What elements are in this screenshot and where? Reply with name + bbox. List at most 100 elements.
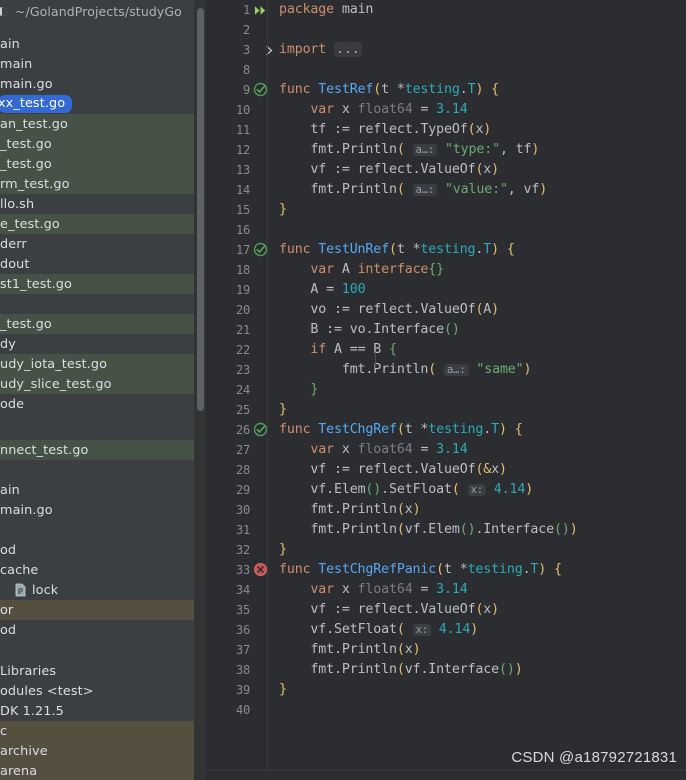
code-line[interactable]: fmt.Println(vf.Elem().Interface()) [279, 520, 577, 540]
code-line[interactable]: } [279, 400, 287, 420]
code-line[interactable]: func TestRef(t *testing.T) { [279, 80, 499, 100]
tree-item[interactable]: odules <test> [0, 681, 206, 701]
tree-item[interactable]: od [0, 540, 206, 560]
line-number: 17 [235, 243, 250, 257]
tree-item[interactable]: main [0, 54, 206, 74]
tree-item[interactable]: archive [0, 741, 206, 761]
tree-item[interactable]: ode [0, 394, 206, 414]
code-line[interactable]: func TestUnRef(t *testing.T) { [279, 240, 515, 260]
tree-item-label: udy_iota_test.go [0, 356, 108, 372]
tree-item[interactable]: main.go [0, 74, 206, 94]
code-line[interactable]: fmt.Println( a…: "value:", vf) [279, 180, 547, 200]
indent-guide [375, 352, 376, 368]
tree-item[interactable]: _test.go [0, 314, 206, 334]
code-line[interactable]: vf.Elem().SetFloat( x: 4.14) [279, 480, 533, 500]
tree-item[interactable]: DK 1.21.5 [0, 701, 206, 721]
tree-item-label: llo.sh [0, 196, 35, 212]
code-line[interactable]: vf.SetFloat( x: 4.14) [279, 620, 478, 640]
project-tree-panel[interactable]: ~/GolandProjects/studyGo ain main main.go x… [0, 0, 206, 780]
code-line[interactable]: fmt.Println(x) [279, 500, 420, 520]
tree-item[interactable] [0, 414, 206, 434]
gutter-empty [251, 102, 268, 119]
tree-item[interactable]: ain [0, 34, 206, 54]
code-line[interactable]: vf := reflect.ValueOf(x) [279, 160, 499, 180]
gutter-row: 37 [206, 640, 686, 660]
tree-item[interactable]: derr [0, 234, 206, 254]
tree-item[interactable]: main.go [0, 500, 206, 520]
code-line[interactable]: A = 100 [279, 280, 365, 300]
tree-item[interactable]: _test.go [0, 134, 206, 154]
code-line[interactable]: var A interface{} [279, 260, 444, 280]
project-panel-header: ~/GolandProjects/studyGo [0, 0, 206, 22]
code-line[interactable]: vf := reflect.ValueOf(x) [279, 600, 499, 620]
sidebar-scrollbar-track[interactable] [194, 0, 206, 780]
code-line[interactable]: func TestChgRef(t *testing.T) { [279, 420, 523, 440]
code-line[interactable]: package main [279, 0, 373, 20]
tree-item-label: ain [0, 482, 20, 498]
code-line[interactable]: fmt.Println(x) [279, 640, 420, 660]
gutter-empty [251, 362, 268, 379]
tree-item[interactable]: dy [0, 334, 206, 354]
parameter-hint: a…: [444, 364, 469, 376]
code-line[interactable]: var x float64 = 3.14 [279, 580, 467, 600]
code-line[interactable]: var x float64 = 3.14 [279, 440, 467, 460]
tree-item[interactable] [0, 460, 206, 480]
code-line[interactable]: B := vo.Interface() [279, 320, 459, 340]
code-line[interactable]: vf := reflect.ValueOf(&x) [279, 460, 507, 480]
folded-import-placeholder[interactable]: ... [334, 42, 362, 57]
code-line[interactable]: } [279, 540, 287, 560]
code-line[interactable]: } [279, 200, 287, 220]
tree-item[interactable]: an_test.go [0, 114, 206, 134]
tree-item[interactable] [0, 520, 206, 540]
editor-gutter[interactable]: 1 2 3 8 9 10 11 12 13 14 15 16 17 18 19 20 21 22 23 24 25 26 2… [206, 0, 273, 780]
line-number: 9 [242, 83, 250, 97]
code-line[interactable]: var x float64 = 3.14 [279, 100, 467, 120]
code-line[interactable]: fmt.Println( a…: "same") [279, 360, 532, 380]
tree-item[interactable]: or [0, 600, 206, 620]
code-line[interactable]: } [279, 380, 318, 400]
tree-item[interactable]: nnect_test.go [0, 440, 206, 460]
tree-item-label: _test.go [0, 316, 52, 332]
tree-item[interactable]: _test.go [0, 154, 206, 174]
tree-item[interactable]: c [0, 721, 206, 741]
tree-item[interactable]: dout [0, 254, 206, 274]
tree-item[interactable]: rm_test.go [0, 174, 206, 194]
watermark-label: CSDN @a18792721831 [511, 749, 677, 766]
sidebar-scrollbar-thumb[interactable] [197, 8, 204, 411]
tree-item[interactable]: od [0, 620, 206, 640]
line-number: 3 [242, 43, 250, 57]
gutter-empty [251, 662, 268, 679]
line-number: 21 [235, 323, 250, 337]
gutter-row: 25 [206, 400, 686, 420]
code-line[interactable]: if A == B { [279, 340, 397, 360]
tree-item-label: derr [0, 236, 27, 252]
tree-item[interactable]: llo.sh [0, 194, 206, 214]
code-line[interactable]: fmt.Println( a…: "type:", tf) [279, 140, 539, 160]
tree-item[interactable]: e_test.go [0, 214, 206, 234]
gutter-empty [251, 442, 268, 459]
code-line[interactable]: vo := reflect.ValueOf(A) [279, 300, 499, 320]
code-line[interactable]: tf := reflect.TypeOf(x) [279, 120, 491, 140]
tree-item[interactable]: udy_iota_test.go [0, 354, 206, 374]
code-line[interactable]: fmt.Println(vf.Interface()) [279, 660, 522, 680]
file-tree[interactable]: ain main main.go xx_test.go an_test.go _test.… [0, 22, 206, 780]
gutter-empty [251, 602, 268, 619]
tree-item[interactable]: cache [0, 560, 206, 580]
tree-item[interactable]: udy_slice_test.go [0, 374, 206, 394]
tree-item[interactable]: lock [0, 580, 206, 600]
tree-item[interactable] [0, 294, 206, 314]
line-number: 24 [235, 383, 250, 397]
tree-item[interactable]: st1_test.go [0, 274, 206, 294]
tree-item[interactable]: xx_test.go [0, 94, 206, 114]
tree-item[interactable]: ain [0, 480, 206, 500]
code-editor[interactable]: 1 2 3 8 9 10 11 12 13 14 15 16 17 18 19 20 21 22 23 24 25 26 2… [206, 0, 686, 780]
project-path-label: ~/GolandProjects/studyGo [15, 3, 182, 19]
tree-item[interactable]: Libraries [0, 661, 206, 681]
gutter-row: 30 [206, 500, 686, 520]
tree-item[interactable] [0, 640, 206, 660]
tree-item[interactable]: arena [0, 761, 206, 780]
code-line[interactable]: func TestChgRefPanic(t *testing.T) { [279, 560, 562, 580]
code-line[interactable]: import ... [279, 40, 362, 60]
gutter-row: 8 [206, 60, 686, 80]
code-line[interactable]: } [279, 680, 287, 700]
